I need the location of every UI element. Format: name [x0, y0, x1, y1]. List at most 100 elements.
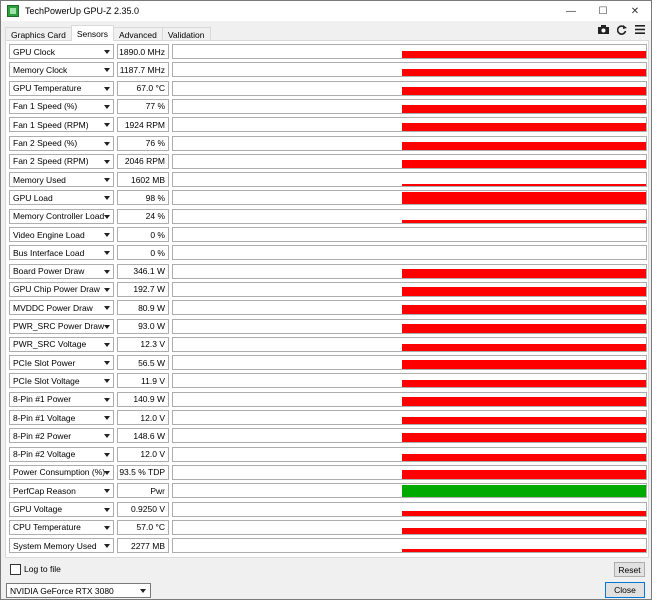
sensor-name-dropdown[interactable]: Fan 2 Speed (RPM): [9, 153, 114, 169]
sensor-graph: [172, 227, 647, 242]
menu-icon[interactable]: [634, 24, 645, 35]
sensor-value: 148.6 W: [117, 428, 169, 444]
tab-graphics-card[interactable]: Graphics Card: [5, 27, 72, 41]
minimize-button[interactable]: —: [555, 1, 587, 21]
sensor-value: 12.3 V: [117, 336, 169, 352]
window-title: TechPowerUp GPU-Z 2.35.0: [25, 6, 140, 16]
sensor-name-dropdown[interactable]: 8-Pin #2 Power: [9, 428, 114, 444]
sensor-name-dropdown[interactable]: GPU Temperature: [9, 80, 114, 96]
sensor-value: 93.0 W: [117, 318, 169, 334]
sensor-name: Fan 2 Speed (RPM): [13, 156, 89, 167]
tab-strip: Graphics Card Sensors Advanced Validatio…: [5, 25, 211, 41]
sensor-name-dropdown[interactable]: Fan 1 Speed (%): [9, 98, 114, 114]
sensor-graph: [172, 410, 647, 425]
chevron-down-icon: [104, 470, 110, 475]
log-to-file-label: Log to file: [24, 564, 61, 574]
sensor-value: 67.0 °C: [117, 80, 169, 96]
sensor-graph: [172, 519, 647, 535]
sensor-name-dropdown[interactable]: GPU Load: [9, 190, 114, 206]
sensor-row: Fan 1 Speed (RPM) 1924 RPM: [9, 117, 647, 133]
sensor-name: GPU Voltage: [13, 504, 63, 514]
sensor-graph-trace: [402, 469, 646, 479]
sensor-value: 1602 MB: [117, 172, 169, 188]
sensor-name-dropdown[interactable]: 8-Pin #1 Voltage: [9, 410, 114, 425]
sensor-name-dropdown[interactable]: 8-Pin #2 Voltage: [9, 446, 114, 462]
sensor-name-dropdown[interactable]: Memory Used: [9, 172, 114, 188]
sensor-name-dropdown[interactable]: PCIe Slot Voltage: [9, 373, 114, 389]
sensor-name: System Memory Used: [13, 540, 97, 551]
chevron-down-icon: [104, 324, 110, 329]
sensor-graph: [172, 391, 647, 407]
sensor-row: GPU Temperature 67.0 °C: [9, 80, 647, 96]
sensor-name-dropdown[interactable]: PWR_SRC Power Draw: [9, 318, 114, 334]
sensor-value: 98 %: [117, 190, 169, 206]
sensor-name-dropdown[interactable]: Bus Interface Load: [9, 245, 114, 261]
tab-advanced[interactable]: Advanced: [113, 27, 163, 41]
camera-icon[interactable]: [598, 24, 609, 35]
sensor-name-dropdown[interactable]: PerfCap Reason: [9, 483, 114, 499]
sensor-row: Fan 2 Speed (RPM) 2046 RPM: [9, 153, 647, 169]
chevron-down-icon: [104, 233, 110, 237]
sensor-row: Memory Clock 1187.7 MHz: [9, 62, 647, 78]
title-bar: TechPowerUp GPU-Z 2.35.0 — ☐ ✕: [1, 1, 651, 21]
close-window-button[interactable]: ✕: [619, 1, 651, 21]
sensor-graph-trace: [402, 453, 646, 461]
sensor-graph-trace: [402, 159, 646, 168]
sensor-name: GPU Clock: [13, 46, 56, 57]
sensor-row: PWR_SRC Voltage 12.3 V: [9, 336, 647, 352]
sensor-value: 0 %: [117, 227, 169, 242]
sensor-value: 192.7 W: [117, 281, 169, 297]
sensor-name-dropdown[interactable]: GPU Chip Power Draw: [9, 281, 114, 297]
sensor-graph: [172, 62, 647, 78]
chevron-down-icon: [104, 306, 110, 311]
maximize-button[interactable]: ☐: [587, 1, 619, 21]
sensor-name-dropdown[interactable]: Memory Clock: [9, 62, 114, 78]
sensor-value: 1890.0 MHz: [117, 44, 169, 59]
sensor-row: PCIe Slot Voltage 11.9 V: [9, 373, 647, 389]
gpu-select-dropdown[interactable]: NVIDIA GeForce RTX 3080: [6, 583, 151, 598]
sensor-graph-trace: [402, 417, 646, 424]
reset-button[interactable]: Reset: [614, 562, 645, 577]
chevron-down-icon: [104, 434, 110, 439]
sensor-graph: [172, 44, 647, 59]
sensor-row: Board Power Draw 346.1 W: [9, 263, 647, 279]
sensor-graph-trace: [402, 104, 646, 113]
sensor-value: 2277 MB: [117, 538, 169, 554]
sensor-name-dropdown[interactable]: Video Engine Load: [9, 227, 114, 242]
sensor-name-dropdown[interactable]: MVDDC Power Draw: [9, 300, 114, 316]
sensor-value: 140.9 W: [117, 391, 169, 407]
sensor-name-dropdown[interactable]: Fan 2 Speed (%): [9, 135, 114, 151]
sensor-name-dropdown[interactable]: Power Consumption (%): [9, 464, 114, 480]
sensor-name: Memory Clock: [13, 64, 68, 75]
sensor-name-dropdown[interactable]: 8-Pin #1 Power: [9, 391, 114, 407]
sensor-value: 80.9 W: [117, 300, 169, 316]
sensor-graph: [172, 117, 647, 133]
close-button[interactable]: Close: [605, 582, 645, 598]
chevron-down-icon: [140, 589, 146, 593]
sensor-graph-trace: [402, 123, 646, 132]
sensor-name-dropdown[interactable]: GPU Voltage: [9, 501, 114, 517]
sensor-name-dropdown[interactable]: PCIe Slot Power: [9, 355, 114, 371]
sensor-value: 77 %: [117, 98, 169, 114]
sensor-row: GPU Chip Power Draw 192.7 W: [9, 281, 647, 297]
sensor-name-dropdown[interactable]: System Memory Used: [9, 538, 114, 554]
sensor-name-dropdown[interactable]: GPU Clock: [9, 44, 114, 59]
tab-sensors[interactable]: Sensors: [70, 25, 114, 41]
sensor-name-dropdown[interactable]: Fan 1 Speed (RPM): [9, 117, 114, 133]
sensor-name-dropdown[interactable]: Board Power Draw: [9, 263, 114, 279]
sensor-name-dropdown[interactable]: CPU Temperature: [9, 519, 114, 535]
sensor-value: 12.0 V: [117, 410, 169, 425]
sensor-name-dropdown[interactable]: Memory Controller Load: [9, 208, 114, 224]
sensor-name-dropdown[interactable]: PWR_SRC Voltage: [9, 336, 114, 352]
refresh-icon[interactable]: [616, 24, 627, 35]
sensor-name: Fan 1 Speed (%): [13, 101, 78, 112]
sensor-row: MVDDC Power Draw 80.9 W: [9, 300, 647, 316]
sensor-name: CPU Temperature: [13, 522, 81, 533]
sensor-name: Fan 1 Speed (RPM): [13, 119, 89, 130]
chevron-down-icon: [104, 251, 110, 256]
sensor-graph-trace: [402, 510, 646, 516]
sensor-name: 8-Pin #2 Power: [13, 430, 72, 441]
log-to-file-checkbox[interactable]: [10, 564, 21, 575]
sensor-graph-trace: [402, 192, 646, 205]
tab-validation[interactable]: Validation: [161, 27, 211, 41]
